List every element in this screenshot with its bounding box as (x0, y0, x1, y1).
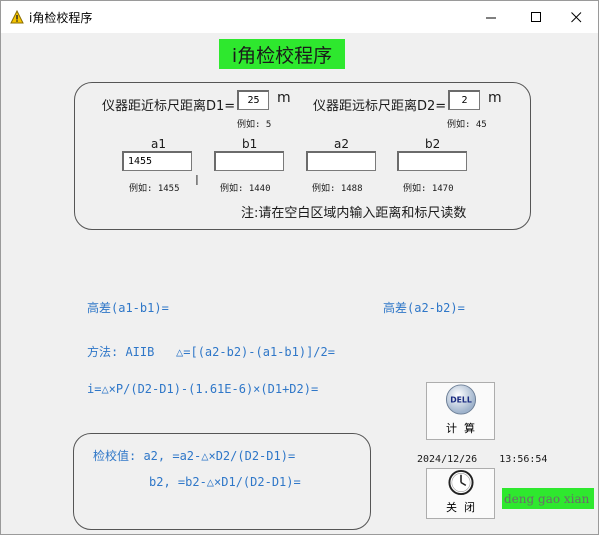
app-window: i角检校程序 i角检校程序 仪器距近标尺距离D1= m 例如: 5 仪器距远标尺… (0, 0, 599, 535)
client-area: i角检校程序 仪器距近标尺距离D1= m 例如: 5 仪器距远标尺距离D2= m… (1, 33, 598, 534)
input-note: 注:请在空白区域内输入距离和标尺读数 (241, 206, 467, 221)
b2-input[interactable] (397, 151, 467, 171)
a1-input[interactable] (122, 151, 192, 171)
near-distance-label: 仪器距近标尺距离D1= (102, 99, 236, 114)
text-cursor-icon: I (195, 174, 199, 189)
close-button[interactable]: 关 闭 (426, 468, 495, 519)
near-distance-input[interactable] (237, 90, 269, 110)
near-example-label: 例如: 5 (237, 120, 272, 130)
height-diff-2-label: 高差(a2-b2)= (383, 301, 465, 315)
b2-label: b2 (425, 137, 441, 151)
b1-input[interactable] (214, 151, 284, 171)
minimize-icon (485, 17, 496, 18)
close-button-label: 关 闭 (446, 501, 475, 514)
far-distance-input[interactable] (448, 90, 480, 110)
a2-example-label: 例如: 1488 (312, 184, 363, 194)
b1-label: b1 (242, 137, 258, 151)
window-title: i角检校程序 (29, 11, 93, 25)
near-unit-label: m (277, 90, 291, 106)
calculate-button-label: 计 算 (446, 422, 475, 435)
far-unit-label: m (488, 90, 502, 106)
timestamp-time: 13:56:54 (499, 454, 548, 465)
minimize-button[interactable] (468, 1, 514, 33)
check-b2-formula: b2, =b2-△×D1/(D2-D1)= (149, 475, 301, 489)
a1-example-label: 例如: 1455 (129, 184, 180, 194)
title-bar: i角检校程序 (1, 1, 598, 33)
a1-label: a1 (151, 137, 166, 151)
close-icon (570, 11, 581, 22)
program-banner: i角检校程序 (219, 39, 345, 69)
calculate-button[interactable]: DELL 计 算 (426, 382, 495, 440)
check-a2-formula: 检校值: a2, =a2-△×D2/(D2-D1)= (93, 449, 296, 463)
timestamp: 2024/12/26 13:56:54 (417, 454, 547, 465)
far-distance-label: 仪器距远标尺距离D2= (313, 99, 447, 114)
clock-icon (447, 469, 474, 496)
method-formula-label: 方法: AIIB △=[(a2-b2)-(a1-b1)]/2= (87, 345, 335, 359)
close-window-button[interactable] (553, 1, 599, 33)
a2-input[interactable] (306, 151, 376, 171)
computer-icon: DELL (445, 384, 476, 415)
b1-example-label: 例如: 1440 (220, 184, 271, 194)
b2-example-label: 例如: 1470 (403, 184, 454, 194)
far-example-label: 例如: 45 (447, 120, 487, 130)
a2-label: a2 (334, 137, 349, 151)
svg-text:DELL: DELL (450, 395, 472, 404)
warning-app-icon (10, 10, 24, 24)
height-diff-1-label: 高差(a1-b1)= (87, 301, 169, 315)
i-angle-formula-label: i=△×P/(D2-D1)-(1.61E-6)×(D1+D2)= (87, 382, 319, 396)
timestamp-date: 2024/12/26 (417, 454, 478, 465)
author-label: deng gao xian (502, 488, 594, 509)
maximize-icon (530, 11, 541, 22)
